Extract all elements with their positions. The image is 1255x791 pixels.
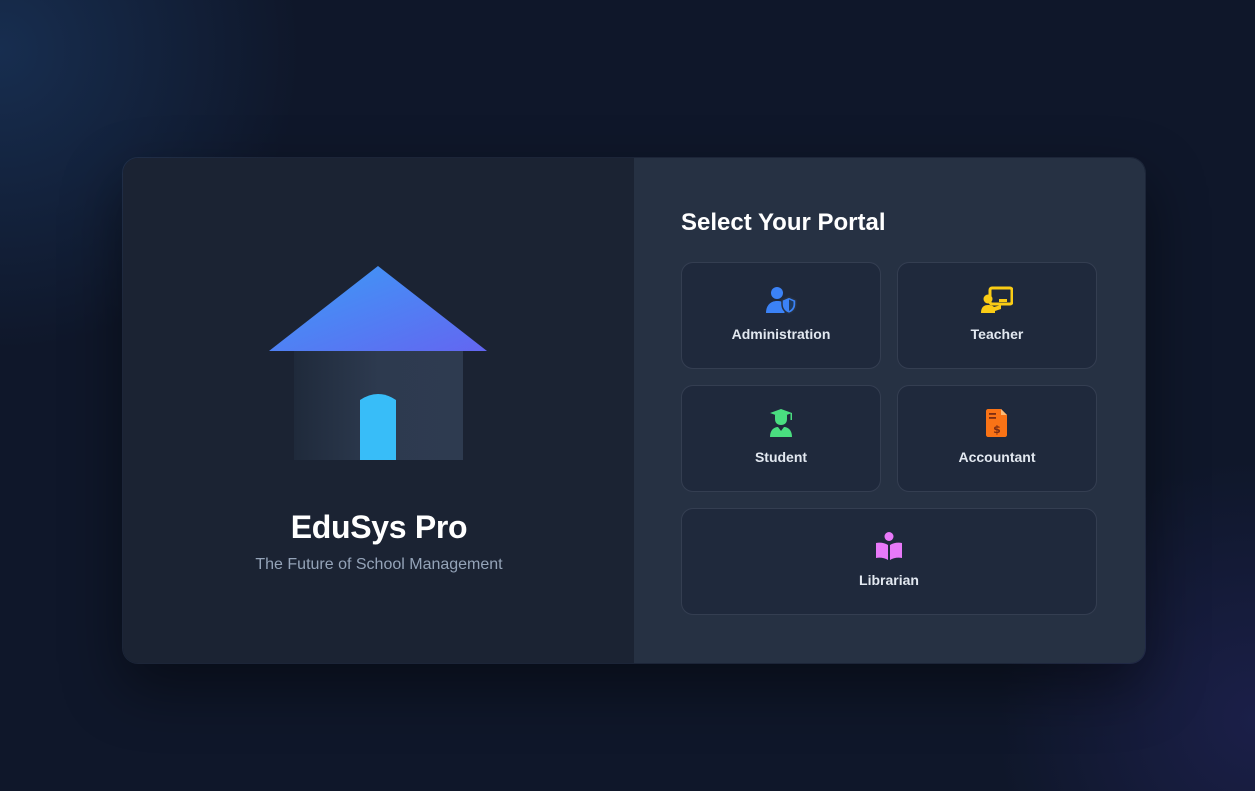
book-reader-icon [873,532,905,560]
portal-option-administration[interactable]: Administration [681,262,881,369]
portal-heading: Select Your Portal [681,209,886,236]
user-graduate-icon [765,409,797,437]
portal-option-label: Teacher [970,326,1024,342]
school-house-icon [269,266,487,460]
portal-option-accountant[interactable]: $ Accountant [897,385,1097,492]
portal-option-label: Accountant [958,449,1036,465]
file-invoice-dollar-icon: $ [981,409,1013,437]
portal-option-label: Student [754,449,808,465]
portal-option-teacher[interactable]: Teacher [897,262,1097,369]
brand-tagline: The Future of School Management [255,556,503,573]
portal-option-label: Administration [731,326,831,342]
user-shield-icon [765,286,797,314]
chalkboard-teacher-icon [981,286,1013,314]
login-card: EduSys Pro The Future of School Manageme… [122,157,1146,664]
portal-panel: Select Your Portal Administration Teache… [634,158,1145,663]
svg-text:$: $ [993,423,1001,436]
portal-option-librarian[interactable]: Librarian [681,508,1097,615]
brand-panel: EduSys Pro The Future of School Manageme… [123,158,634,663]
portal-option-label: Librarian [859,572,919,588]
portal-option-student[interactable]: Student [681,385,881,492]
brand-title: EduSys Pro [290,509,468,545]
